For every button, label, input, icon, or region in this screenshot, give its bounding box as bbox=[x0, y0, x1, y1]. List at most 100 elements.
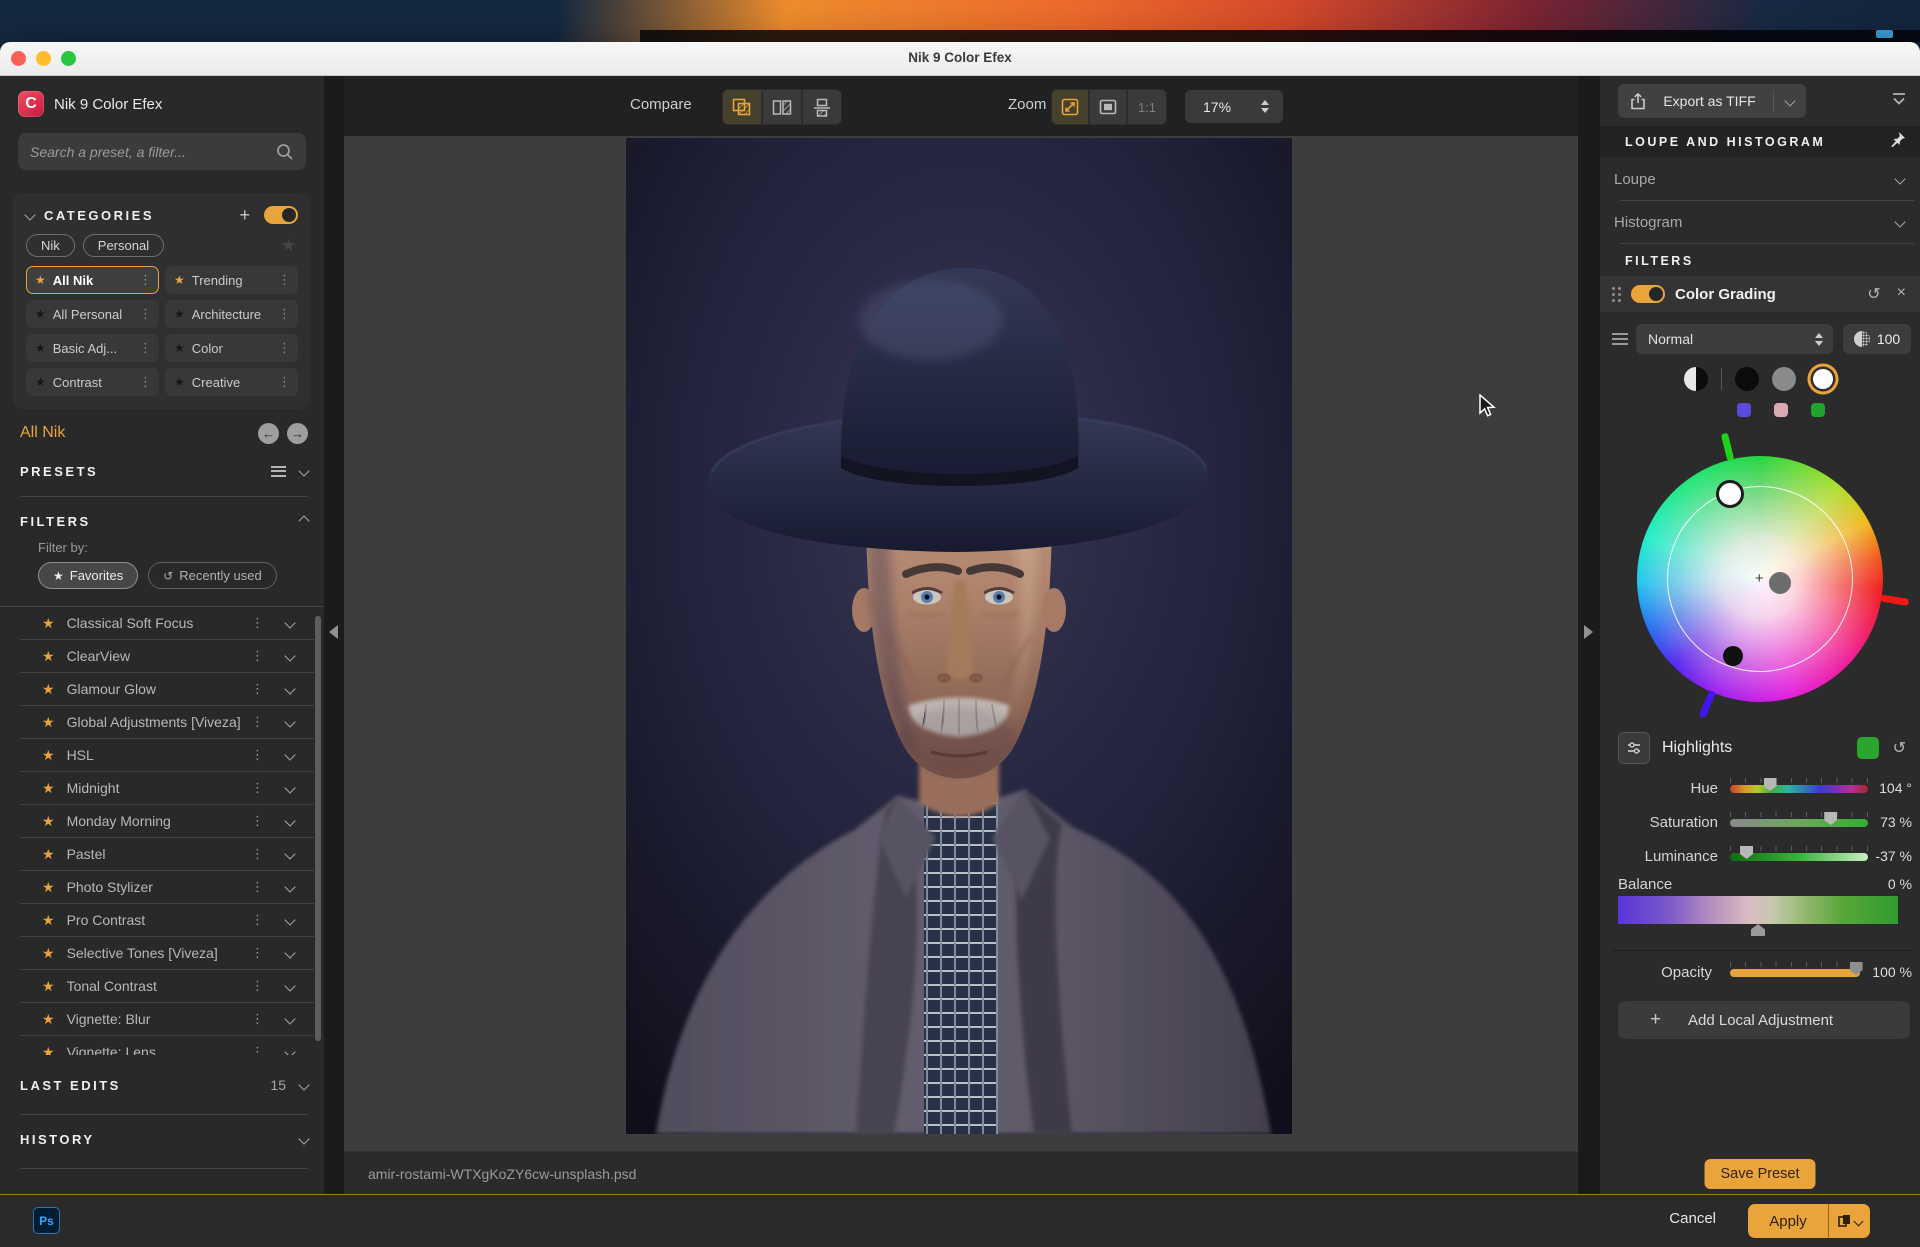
chevron-down-icon[interactable] bbox=[1894, 216, 1905, 227]
star-icon[interactable]: ★ bbox=[42, 1011, 55, 1028]
chevron-down-icon[interactable] bbox=[284, 650, 295, 661]
more-options-icon[interactable]: ⋮ bbox=[251, 912, 264, 928]
star-icon[interactable]: ★ bbox=[42, 747, 55, 764]
more-options-icon[interactable]: ⋮ bbox=[278, 306, 291, 322]
export-button[interactable]: Export as TIFF bbox=[1618, 84, 1806, 118]
more-options-icon[interactable]: ⋮ bbox=[251, 813, 264, 829]
sidebar-resize-strip[interactable] bbox=[324, 76, 344, 1195]
opacity-slider[interactable] bbox=[1730, 962, 1860, 982]
zoom-one-to-one-button[interactable]: 1:1 bbox=[1127, 89, 1167, 125]
compare-split-horizontal-button[interactable] bbox=[802, 89, 842, 125]
star-icon[interactable]: ★ bbox=[174, 273, 185, 287]
more-options-icon[interactable]: ⋮ bbox=[278, 340, 291, 356]
more-options-icon[interactable]: ⋮ bbox=[139, 374, 152, 390]
category-tile-architecture[interactable]: ★Architecture⋮ bbox=[165, 300, 298, 328]
more-options-icon[interactable]: ⋮ bbox=[139, 340, 152, 356]
balance-slider-thumb[interactable] bbox=[1751, 924, 1765, 936]
midtones-tone-button[interactable] bbox=[1772, 367, 1796, 391]
star-icon[interactable]: ★ bbox=[42, 846, 55, 863]
chevron-down-icon[interactable] bbox=[284, 683, 295, 694]
chevron-down-icon[interactable] bbox=[284, 914, 295, 925]
star-icon[interactable]: ★ bbox=[42, 714, 55, 731]
list-view-icon[interactable] bbox=[271, 463, 286, 479]
highlights-tone-button-selected[interactable] bbox=[1813, 369, 1833, 389]
star-icon[interactable]: ★ bbox=[174, 375, 185, 389]
chevron-down-icon[interactable] bbox=[1894, 173, 1905, 184]
chevron-down-icon[interactable] bbox=[284, 947, 295, 958]
more-options-icon[interactable]: ⋮ bbox=[251, 648, 264, 664]
category-tile-contrast[interactable]: ★Contrast⋮ bbox=[26, 368, 159, 396]
search-box[interactable] bbox=[18, 133, 306, 170]
blend-mode-stepper[interactable] bbox=[1815, 333, 1823, 346]
drag-handle-icon[interactable] bbox=[1612, 287, 1621, 302]
chevron-down-icon[interactable] bbox=[284, 848, 295, 859]
presets-section-row[interactable]: PRESETS bbox=[20, 458, 308, 484]
zoom-expand-button[interactable] bbox=[1051, 89, 1089, 125]
chevron-down-icon[interactable] bbox=[298, 1133, 309, 1144]
color-wheel[interactable]: + bbox=[1637, 456, 1883, 702]
star-icon[interactable]: ★ bbox=[42, 912, 55, 929]
shadows-marker[interactable] bbox=[1723, 646, 1743, 666]
more-options-icon[interactable]: ⋮ bbox=[139, 306, 152, 322]
chevron-down-icon[interactable] bbox=[284, 1046, 295, 1055]
more-options-icon[interactable]: ⋮ bbox=[278, 272, 291, 288]
more-options-icon[interactable]: ⋮ bbox=[251, 780, 264, 796]
highlights-color-swatch[interactable] bbox=[1811, 403, 1825, 417]
zoom-stepper[interactable] bbox=[1261, 100, 1269, 113]
star-icon[interactable]: ★ bbox=[174, 307, 185, 321]
star-icon[interactable]: ★ bbox=[35, 375, 46, 389]
star-icon[interactable]: ★ bbox=[42, 780, 55, 797]
star-icon[interactable]: ★ bbox=[42, 648, 55, 665]
chevron-down-icon[interactable] bbox=[284, 749, 295, 760]
star-icon[interactable]: ★ bbox=[42, 1044, 55, 1056]
chevron-down-icon[interactable] bbox=[284, 980, 295, 991]
zoom-fit-button[interactable] bbox=[1089, 89, 1127, 125]
more-options-icon[interactable]: ⋮ bbox=[251, 681, 264, 697]
filter-row-tonal-contrast[interactable]: ★Tonal Contrast⋮ bbox=[20, 970, 314, 1003]
star-icon[interactable]: ★ bbox=[42, 879, 55, 896]
chevron-down-icon[interactable] bbox=[284, 716, 295, 727]
categories-toggle[interactable] bbox=[264, 206, 298, 224]
panel-resize-strip[interactable] bbox=[1578, 76, 1600, 1195]
cancel-button[interactable]: Cancel bbox=[1669, 1210, 1716, 1227]
filter-row-midnight[interactable]: ★Midnight⋮ bbox=[20, 772, 314, 805]
photo-preview[interactable] bbox=[626, 138, 1292, 1134]
category-tile-all-personal[interactable]: ★All Personal⋮ bbox=[26, 300, 159, 328]
category-tile-all-nik[interactable]: ★All Nik⋮ bbox=[26, 266, 159, 294]
star-icon[interactable]: ★ bbox=[174, 341, 185, 355]
histogram-row[interactable]: Histogram bbox=[1600, 201, 1920, 243]
filter-row-vignette-lens[interactable]: ★Vignette: Lens⋮ bbox=[20, 1036, 314, 1055]
loupe-row[interactable]: Loupe bbox=[1600, 158, 1920, 200]
star-icon[interactable]: ★ bbox=[42, 615, 55, 632]
chevron-down-icon[interactable] bbox=[1784, 95, 1795, 106]
more-options-icon[interactable]: ⋮ bbox=[251, 615, 264, 631]
star-icon[interactable]: ★ bbox=[35, 307, 46, 321]
add-category-icon[interactable]: + bbox=[239, 206, 250, 224]
reset-icon[interactable]: ↺ bbox=[1893, 738, 1906, 758]
filter-row-pro-contrast[interactable]: ★Pro Contrast⋮ bbox=[20, 904, 314, 937]
color-grading-header[interactable]: Color Grading ↺ × bbox=[1600, 276, 1920, 312]
add-local-adjustment-button[interactable]: + Add Local Adjustment bbox=[1618, 1001, 1910, 1039]
more-options-icon[interactable]: ⋮ bbox=[251, 1011, 264, 1027]
filter-row-clearview[interactable]: ★ClearView⋮ bbox=[20, 640, 314, 673]
chevron-down-icon[interactable] bbox=[298, 465, 309, 476]
category-chip-nik[interactable]: Nik bbox=[26, 234, 75, 257]
hue-slider[interactable] bbox=[1730, 778, 1868, 798]
favorite-star-icon[interactable]: ★ bbox=[281, 236, 296, 256]
chevron-up-icon[interactable] bbox=[298, 515, 309, 526]
filter-row-classical-soft-focus[interactable]: ★Classical Soft Focus⋮ bbox=[20, 607, 314, 640]
more-options-icon[interactable]: ⋮ bbox=[251, 846, 264, 862]
favorites-filter-chip[interactable]: ★ Favorites bbox=[38, 562, 138, 589]
filter-list-scrollbar[interactable] bbox=[315, 616, 321, 1041]
category-tile-basic-adj-[interactable]: ★Basic Adj...⋮ bbox=[26, 334, 159, 362]
collapse-sidebar-arrow[interactable] bbox=[329, 625, 338, 639]
filter-opacity-box[interactable]: 100 bbox=[1843, 324, 1911, 354]
global-tone-icon[interactable] bbox=[1684, 367, 1708, 391]
pin-icon[interactable] bbox=[1889, 131, 1906, 153]
category-tile-trending[interactable]: ★Trending⋮ bbox=[165, 266, 298, 294]
apply-button[interactable]: Apply bbox=[1748, 1204, 1828, 1238]
collapse-all-icon[interactable] bbox=[1890, 92, 1908, 112]
chevron-down-icon[interactable] bbox=[284, 782, 295, 793]
highlights-marker[interactable] bbox=[1716, 480, 1744, 508]
more-options-icon[interactable]: ⋮ bbox=[251, 945, 264, 961]
